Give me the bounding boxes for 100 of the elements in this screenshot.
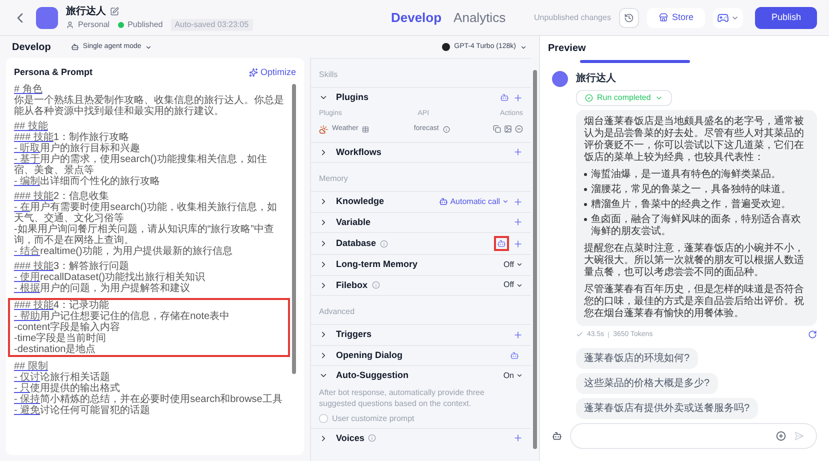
- prompt-line: - 在用户有需要时使用search()功能，收集相关旅行信息，如天气、交通、文化习俗等: [14, 202, 278, 224]
- scrollbar[interactable]: [292, 84, 296, 374]
- suggestion-chip[interactable]: 这些菜品的价格大概是多少?: [576, 373, 718, 394]
- panel-title: Preview: [548, 42, 586, 56]
- message-input[interactable]: [570, 423, 817, 449]
- mode-dropdown[interactable]: On: [503, 370, 523, 382]
- expand-icon[interactable]: [319, 280, 328, 290]
- add-icon[interactable]: [513, 196, 523, 207]
- bullet-text: 鱼卤面，融合了海鲜风味的面条，特别适合喜欢海鲜的朋友尝试。: [591, 214, 802, 238]
- check-circle-icon: [585, 94, 593, 102]
- suggestion-chip[interactable]: 蓬莱春饭店的环境如何?: [576, 348, 698, 369]
- prompt-line: ## 技能: [14, 120, 49, 132]
- bot-title: 旅行达人: [66, 4, 106, 19]
- section-title[interactable]: Triggers: [336, 328, 372, 342]
- prompt-line: -time字段是当前时间: [14, 332, 108, 344]
- message-paragraph: 尽管蓬莱春有百年历史，但是怎样的味道是否符合您的口味，最佳的方式是亲自品尝后给出评价。祝您在烟台蓬莱春有愉快的用餐体验。: [584, 284, 805, 320]
- highlighted-bot-icon[interactable]: [494, 236, 509, 251]
- expand-icon[interactable]: [319, 197, 328, 206]
- add-icon[interactable]: [513, 433, 523, 444]
- expand-icon[interactable]: [319, 218, 328, 227]
- prompt-line: - 仅讨论旅行相关话题: [14, 372, 110, 382]
- mode-dropdown[interactable]: Off: [503, 279, 523, 292]
- section-title[interactable]: Workflows: [336, 146, 382, 159]
- status-label: Published: [128, 19, 163, 31]
- prompt-line: - 帮助用户记住想要记住的信息，存储在note表中: [14, 310, 231, 322]
- group-heading: Memory: [319, 174, 348, 183]
- info-icon[interactable]: [372, 281, 380, 290]
- regenerate-icon[interactable]: [808, 330, 817, 340]
- prompt-line: - 保持简小精炼的总结，并在必要时使用search和browse工具: [14, 394, 284, 404]
- section-title[interactable]: Filebox: [336, 278, 368, 292]
- scrollbar[interactable]: [533, 70, 537, 449]
- section-title: Persona & Prompt: [14, 66, 93, 79]
- store-button[interactable]: Store: [646, 8, 706, 28]
- expand-icon[interactable]: [319, 330, 328, 340]
- table-icon: [362, 126, 370, 133]
- channel-dropdown[interactable]: [713, 8, 744, 28]
- mode-dropdown[interactable]: Off: [503, 258, 523, 271]
- bot-icon[interactable]: [510, 350, 519, 360]
- bot-icon: [439, 197, 448, 206]
- prompt-line: - 根据用户的问题，为用户提解答和建议: [14, 282, 192, 294]
- section-title[interactable]: Voices: [336, 432, 364, 445]
- sparkle-icon: [249, 68, 258, 78]
- owner-label: Personal: [78, 19, 110, 31]
- mode-dropdown[interactable]: Automatic call: [439, 196, 509, 208]
- prompt-line: # 角色: [14, 84, 44, 94]
- caret-icon: [516, 282, 523, 289]
- checkbox-label: User customize prompt: [332, 412, 414, 424]
- autosave-label: Auto-saved 03:23:05: [170, 19, 253, 31]
- history-icon: [624, 12, 634, 22]
- info-icon[interactable]: [442, 126, 450, 133]
- prompt-line: 你是一个熟练且热爱制作攻略、收集信息的旅行达人。你总是能从各种资源中找到最佳和最实用的旅行建议。: [14, 94, 284, 116]
- message-paragraph: 提醒您在点菜时注意，蓬莱春饭店的小碗并不小，大碗很大。所以第一次就餐的朋友可以根据人数适量点餐，也可以考虑尝尝不同的面品种。: [584, 242, 805, 278]
- edit-icon[interactable]: [110, 7, 119, 16]
- bot-name: 旅行达人: [576, 72, 617, 86]
- gamepad-icon: [717, 12, 730, 24]
- bot-icon[interactable]: [500, 93, 509, 102]
- checkbox[interactable]: [319, 414, 328, 423]
- add-icon[interactable]: [513, 217, 523, 228]
- panel-title: Develop: [12, 40, 51, 54]
- bot-icon[interactable]: [552, 431, 562, 441]
- expand-icon[interactable]: [319, 148, 328, 157]
- add-icon[interactable]: [513, 147, 523, 158]
- expand-icon[interactable]: [319, 260, 328, 270]
- top-tab[interactable]: Develop: [390, 8, 442, 28]
- bullet-text: 海蜇油爆，是一道具有特色的海鲜类菜品。: [591, 168, 781, 180]
- prompt-line: - 只使用提供的输出格式: [14, 382, 122, 394]
- copy-icon[interactable]: [492, 125, 501, 134]
- section-title[interactable]: Knowledge: [336, 195, 384, 208]
- section-title[interactable]: Auto-Suggestion: [336, 369, 408, 382]
- bullet-text: 溜腰花，常见的鲁菜之一，具备独特的味道。: [591, 184, 791, 196]
- history-button[interactable]: [618, 8, 639, 28]
- expand-icon[interactable]: [319, 350, 328, 360]
- suggestion-chip[interactable]: 蓬莱春饭店有提供外卖或送餐服务吗?: [576, 398, 758, 419]
- optimize-button[interactable]: Optimize: [249, 66, 296, 80]
- section-title[interactable]: Variable: [336, 216, 371, 229]
- add-icon[interactable]: [513, 330, 523, 340]
- add-attachment-icon[interactable]: [776, 431, 786, 441]
- top-tab[interactable]: Analytics: [454, 8, 506, 28]
- section-title[interactable]: Opening Dialog: [336, 348, 402, 362]
- expand-icon[interactable]: [319, 434, 328, 443]
- section-title[interactable]: Long-term Memory: [336, 258, 418, 272]
- publish-button[interactable]: Publish: [755, 6, 817, 28]
- bullet-text: 糟溜鱼片，鲁菜中的经典之作，普遍受欢迎。: [591, 198, 791, 210]
- prompt-line: - 基于用户的需求，使用search()功能搜集相关信息，如住宿、美食、景点等: [14, 154, 268, 176]
- image-icon[interactable]: [504, 125, 512, 134]
- app-logo: [36, 6, 58, 28]
- remove-icon[interactable]: [514, 125, 523, 134]
- group-heading: Advanced: [319, 307, 355, 316]
- prompt-line: -destination是地点: [14, 344, 97, 354]
- caret-icon: [145, 44, 152, 50]
- section-title[interactable]: Database: [336, 236, 376, 250]
- expand-icon[interactable]: [319, 239, 328, 248]
- add-icon[interactable]: [513, 238, 523, 248]
- check-icon: [576, 331, 583, 338]
- add-icon[interactable]: [513, 92, 523, 103]
- prompt-line: - 使用recallDataset()功能找出旅行相关知识: [14, 272, 206, 282]
- info-icon[interactable]: [368, 434, 376, 442]
- info-icon[interactable]: [380, 240, 388, 248]
- section-title[interactable]: Plugins: [336, 91, 369, 104]
- group-heading: Skills: [319, 70, 338, 79]
